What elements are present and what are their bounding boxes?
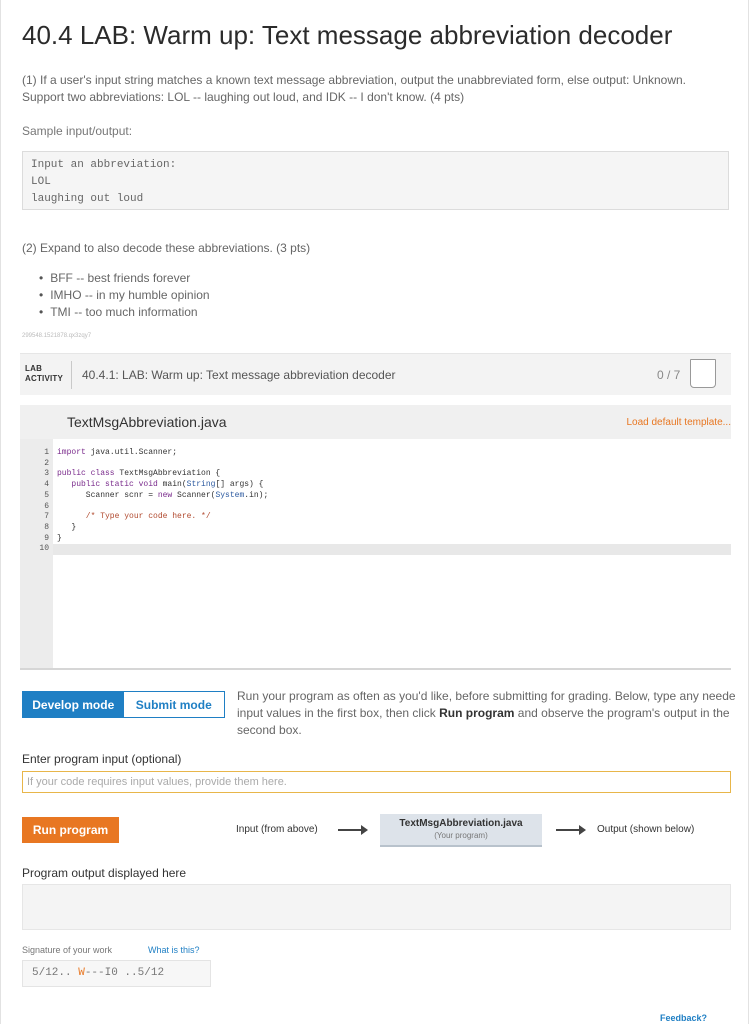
sample-line: LOL — [31, 176, 51, 188]
list-item: BFF -- best friends forever — [39, 270, 210, 287]
lab-tag-line: ACTIVITY — [25, 374, 64, 383]
program-input-field[interactable] — [22, 771, 731, 793]
mode-toggle: Develop mode Submit mode — [22, 691, 225, 718]
code-line: /* Type your code here. */ — [57, 512, 211, 522]
line-number: 2 — [44, 458, 49, 468]
program-output-box — [22, 884, 731, 930]
activity-id: 299548.1521878.qx3zqy7 — [22, 333, 92, 339]
abbreviation-list: BFF -- best friends forever IMHO -- in m… — [39, 270, 210, 321]
program-output-label: Program output displayed here — [22, 866, 187, 880]
what-is-this-link[interactable]: What is this? — [148, 945, 200, 955]
code-line: Scanner scnr = new Scanner(System.in); — [57, 490, 269, 500]
code-line: } — [57, 533, 62, 543]
code-line: public class TextMsgAbbreviation { — [57, 469, 221, 479]
submit-mode-button[interactable]: Submit mode — [123, 692, 224, 717]
arrow-right-icon — [338, 825, 368, 835]
signature-label: Signature of your work — [22, 945, 113, 955]
part1-description: (1) If a user's input string matches a k… — [22, 73, 686, 104]
line-number: 5 — [44, 490, 49, 500]
mode-description: Run your program as often as you'd like,… — [237, 689, 736, 737]
line-number: 6 — [44, 501, 49, 511]
feedback-link[interactable]: Feedback? — [660, 1013, 707, 1023]
code-area[interactable]: import java.util.Scanner; public class T… — [57, 448, 268, 555]
program-box-subtitle: (Your program) — [434, 831, 488, 840]
lab-score: 0 / 7 — [657, 368, 681, 382]
list-item: TMI -- too much information — [39, 304, 210, 321]
completion-badge-icon — [690, 359, 716, 388]
line-number: 9 — [44, 533, 49, 543]
lab-tag-line: LAB — [25, 364, 43, 373]
line-number: 8 — [44, 522, 49, 532]
file-bar: TextMsgAbbreviation.java Load default te… — [20, 405, 731, 439]
run-program-button[interactable]: Run program — [22, 817, 119, 843]
program-input-label: Enter program input (optional) — [22, 752, 182, 766]
divider — [71, 361, 72, 389]
code-editor[interactable]: TextMsgAbbreviation.java Load default te… — [20, 405, 731, 670]
part2-description: (2) Expand to also decode these abbrevia… — [22, 241, 311, 255]
flow-output-label: Output (shown below) — [597, 824, 695, 835]
sample-line: Input an abbreviation: — [31, 159, 177, 171]
code-line: public static void main(String[] args) { — [57, 480, 264, 490]
sample-io-box: Input an abbreviation: LOL laughing out … — [22, 151, 729, 210]
flow-input-label: Input (from above) — [236, 824, 318, 835]
sample-label: Sample input/output: — [22, 124, 133, 138]
list-item: IMHO -- in my humble opinion — [39, 287, 209, 304]
page: 40.4 LAB: Warm up: Text message abbrevia… — [0, 0, 749, 1024]
program-box: TextMsgAbbreviation.java (Your program) — [380, 814, 542, 847]
develop-mode-button[interactable]: Develop mode — [23, 692, 124, 717]
file-name: TextMsgAbbreviation.java — [67, 414, 227, 430]
code-line: import java.util.Scanner; — [57, 448, 178, 457]
line-numbers: 1 2 3 4 5 6 7 8 9 10 — [20, 448, 49, 555]
lab-title: 40.4.1: LAB: Warm up: Text message abbre… — [82, 368, 396, 382]
page-title: 40.4 LAB: Warm up: Text message abbrevia… — [22, 20, 673, 50]
line-number: 7 — [44, 512, 49, 522]
line-number: 4 — [44, 480, 49, 490]
signature-box: 5/12.. W---I0 ..5/12 — [22, 960, 211, 987]
load-default-template-link[interactable]: Load default template... — [626, 417, 731, 428]
line-number: 10 — [39, 544, 49, 554]
code-line: } — [57, 522, 77, 532]
lab-activity-tag: LAB ACTIVITY — [25, 364, 63, 384]
lab-activity-header: LAB ACTIVITY 40.4.1: LAB: Warm up: Text … — [20, 353, 731, 395]
sample-line: laughing out loud — [31, 193, 144, 205]
program-box-name: TextMsgAbbreviation.java — [399, 818, 523, 829]
line-number: 1 — [44, 448, 49, 457]
line-number: 3 — [44, 469, 49, 479]
arrow-right-icon — [556, 825, 586, 835]
